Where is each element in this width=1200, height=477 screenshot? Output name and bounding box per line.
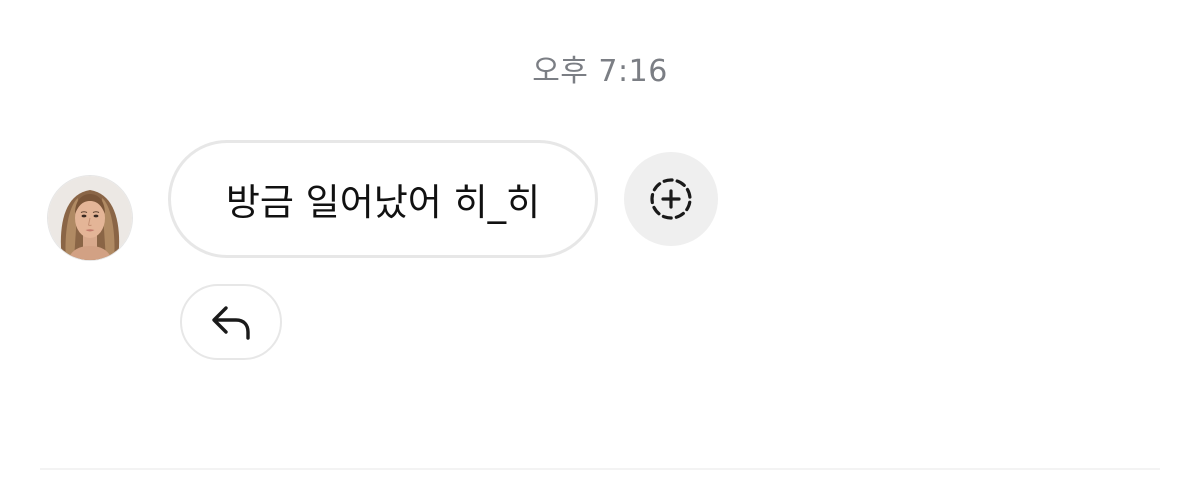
bottom-divider — [40, 468, 1160, 470]
reply-button[interactable] — [180, 284, 282, 360]
reply-arrow-icon — [212, 306, 250, 340]
message-text: 방금 일어났어 히_히 — [225, 181, 541, 224]
add-reaction-icon — [650, 178, 692, 220]
message-timestamp: 오후 7:16 — [532, 54, 668, 89]
message-bubble[interactable]: 방금 일어났어 히_히 — [168, 140, 598, 258]
sender-avatar[interactable] — [48, 176, 132, 260]
profile-photo-icon — [48, 176, 132, 260]
add-reaction-button[interactable] — [624, 152, 718, 246]
